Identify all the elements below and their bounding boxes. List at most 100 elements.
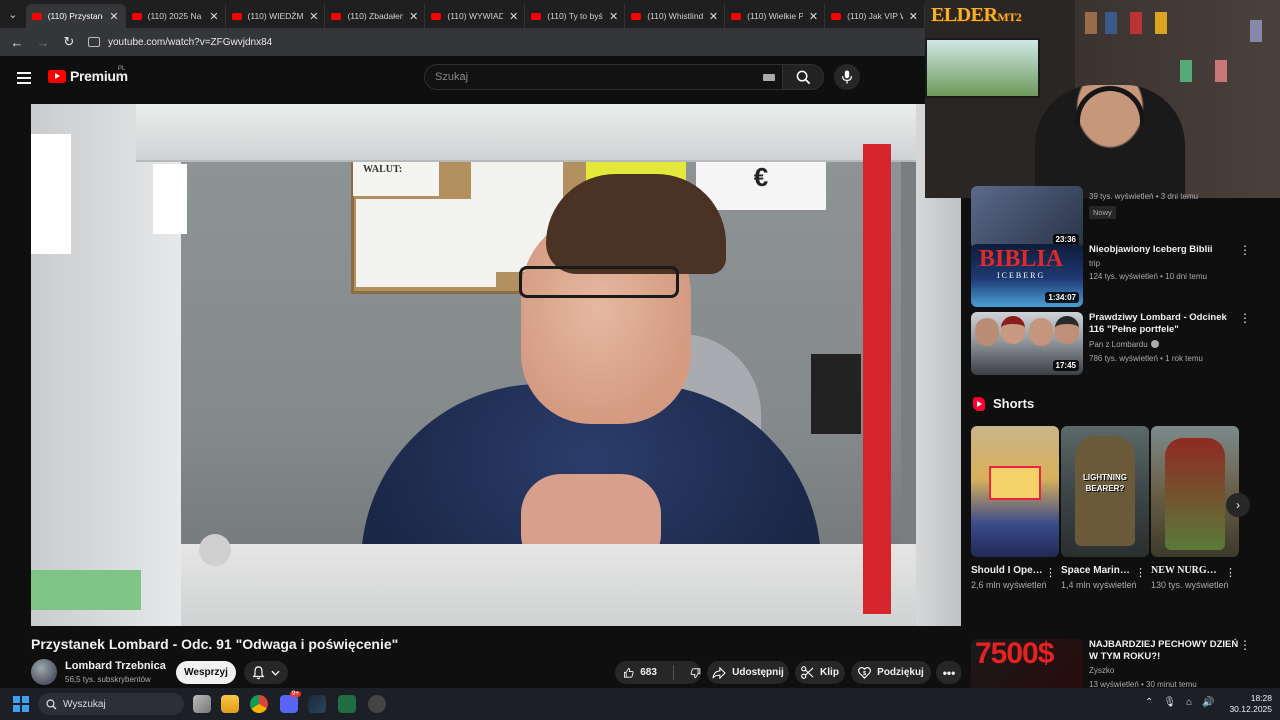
more-vertical-icon[interactable]: ⋮ xyxy=(1045,566,1056,579)
close-tab-icon[interactable]: ✕ xyxy=(809,10,818,23)
thumbs-down-icon[interactable] xyxy=(690,666,701,680)
volume-icon[interactable]: 🔊 xyxy=(1202,697,1214,708)
more-vertical-icon[interactable]: ⋮ xyxy=(1135,566,1146,579)
search-input[interactable] xyxy=(425,65,725,89)
keyboard-icon[interactable] xyxy=(763,74,775,81)
recommended-video[interactable]: 17:45 Prawdziwy Lombard - Odcinek 116 "P… xyxy=(971,312,1271,375)
thanks-button[interactable]: $ Podziękuj xyxy=(851,661,931,684)
like-count[interactable]: 683 xyxy=(640,667,657,678)
url-field[interactable]: youtube.com/watch?v=ZFGwvjdnx84 xyxy=(88,31,925,53)
browser-tab[interactable]: (110) WIEDŹMI ✕ xyxy=(226,4,326,28)
short-title[interactable]: Should I Open it? Or ... xyxy=(971,564,1043,577)
taskbar-clock[interactable]: 18:28 30.12.2025 xyxy=(1222,693,1272,715)
streamer-webcam-overlay: ELDERMT2 xyxy=(925,0,1280,198)
clip-button[interactable]: Klip xyxy=(795,661,845,684)
verified-check-icon xyxy=(1150,340,1159,348)
youtube-logo[interactable]: Premium xyxy=(48,68,128,84)
short-thumbnail[interactable] xyxy=(1151,426,1239,557)
notifications-button[interactable] xyxy=(244,661,288,684)
chrome-icon[interactable] xyxy=(250,695,268,713)
support-button[interactable]: Wesprzyj xyxy=(176,661,236,684)
browser-tab[interactable]: (110) Whistlind ✕ xyxy=(625,4,726,28)
browser-tab[interactable]: (110) Wielkie P ✕ xyxy=(725,4,826,28)
site-info-icon[interactable] xyxy=(88,37,100,47)
file-explorer-icon[interactable] xyxy=(221,695,239,713)
recommended-video[interactable]: BIBLIA ICEBERG 1:34:07 Nieobjawiony Iceb… xyxy=(971,244,1271,307)
microphone-tray-icon[interactable]: 🎙 xyxy=(1163,697,1176,708)
dollar-heart-icon: $ xyxy=(858,667,872,679)
glasses xyxy=(519,266,679,298)
close-tab-icon[interactable]: ✕ xyxy=(309,10,318,23)
channel-name[interactable]: Zyszko xyxy=(1089,666,1114,675)
close-tab-icon[interactable]: ✕ xyxy=(909,10,918,23)
windows-taskbar: Wyszukaj 9+ ⌃ 🎙 ⌂ 🔊 18:28 30.12.2025 xyxy=(0,688,1280,720)
discord-icon[interactable]: 9+ xyxy=(280,691,301,713)
more-vertical-icon[interactable]: ⋮ xyxy=(1239,312,1251,324)
back-arrow-icon[interactable]: ← xyxy=(6,31,28,53)
close-tab-icon[interactable]: ✕ xyxy=(609,10,618,23)
channel-name[interactable]: Pan z Lombardu xyxy=(1089,340,1159,349)
browser-tab[interactable]: (110) Ty to byś ✕ xyxy=(525,4,626,28)
scissors-icon xyxy=(801,666,814,679)
short-thumbnail[interactable]: LIGHTNING BEARER? xyxy=(1061,426,1149,557)
chevron-up-icon[interactable]: ⌃ xyxy=(1145,697,1153,708)
browser-tab[interactable]: (110) 2025 Na ✕ xyxy=(126,4,226,28)
short-title[interactable]: NEW NURGLE ... xyxy=(1151,564,1223,577)
network-icon[interactable]: ⌂ xyxy=(1186,697,1192,708)
task-view-icon[interactable] xyxy=(193,695,211,713)
video-thumbnail[interactable]: 17:45 xyxy=(971,312,1083,375)
close-tab-icon[interactable]: ✕ xyxy=(109,10,118,23)
menu-icon[interactable] xyxy=(17,72,31,87)
system-tray: ⌃ 🎙 ⌂ 🔊 xyxy=(1145,697,1215,708)
shorts-next-button[interactable]: › xyxy=(1226,493,1250,517)
shelf-item xyxy=(1155,12,1167,34)
video-title[interactable]: Prawdziwy Lombard - Odcinek 116 "Pełne p… xyxy=(1089,312,1239,336)
video-thumbnail[interactable]: BIBLIA ICEBERG 1:34:07 xyxy=(971,244,1083,307)
channel-avatar[interactable] xyxy=(31,659,57,685)
windows-start-icon[interactable] xyxy=(13,696,29,712)
channel-name[interactable]: trip xyxy=(1089,259,1100,268)
close-tab-icon[interactable]: ✕ xyxy=(409,10,418,23)
channel-name[interactable]: Lombard Trzebnica xyxy=(65,660,166,672)
short-views: 2,6 mln wyświetleń xyxy=(971,580,1047,590)
close-tab-icon[interactable]: ✕ xyxy=(209,10,218,23)
more-vertical-icon[interactable]: ⋮ xyxy=(1225,566,1236,579)
app-icon[interactable] xyxy=(368,695,386,713)
more-vertical-icon[interactable]: ⋮ xyxy=(1239,639,1251,651)
shorts-header: Shorts xyxy=(973,396,1034,411)
thumbnail-text: LIGHTNING BEARER? xyxy=(1083,473,1127,493)
close-tab-icon[interactable]: ✕ xyxy=(509,10,518,23)
short-thumbnail[interactable] xyxy=(971,426,1059,557)
reload-icon[interactable]: ↻ xyxy=(58,31,80,53)
share-button[interactable]: Udostępnij xyxy=(707,661,789,684)
close-tab-icon[interactable]: ✕ xyxy=(709,10,718,23)
duration-badge: 1:34:07 xyxy=(1045,292,1079,303)
tab-title: (110) WIEDŹMI xyxy=(247,11,304,21)
search-button[interactable] xyxy=(782,64,824,90)
short-card[interactable]: LIGHTNING BEARER? Space Marines ... 1,4 … xyxy=(1061,426,1149,592)
voice-search-button[interactable] xyxy=(834,64,860,90)
forward-arrow-icon[interactable]: → xyxy=(32,31,54,53)
video-thumbnail[interactable]: 23:36 xyxy=(971,186,1083,249)
browser-tab[interactable]: (110) Jak VIP W ✕ xyxy=(825,4,925,28)
taskbar-search[interactable]: Wyszukaj xyxy=(38,693,184,715)
video-scene-promo-card xyxy=(31,134,71,254)
more-vertical-icon[interactable]: ⋮ xyxy=(1239,244,1251,256)
tab-title: (110) Wielkie P xyxy=(747,11,803,21)
video-scene-promo-card xyxy=(153,164,187,234)
video-title[interactable]: NAJBARDZIEJ PECHOWY DZIEŃ W TYM ROKU?! xyxy=(1089,639,1239,663)
tab-search-chevron-icon[interactable]: ⌄ xyxy=(0,0,26,28)
region-label: PL xyxy=(118,66,126,72)
browser-tab[interactable]: (110) Zbadałem ✕ xyxy=(325,4,426,28)
video-player[interactable]: WALUT: KANTOR € xyxy=(31,104,961,626)
steam-icon[interactable] xyxy=(308,695,326,713)
excel-icon[interactable] xyxy=(338,695,356,713)
thumbs-up-icon[interactable] xyxy=(623,666,634,680)
short-title[interactable]: Space Marines ... xyxy=(1061,564,1133,577)
youtube-favicon-icon xyxy=(331,12,342,20)
browser-tab[interactable]: (110) WYWIAD ✕ xyxy=(425,4,526,28)
video-title[interactable]: Nieobjawiony Iceberg Biblii xyxy=(1089,244,1239,256)
short-card[interactable]: Should I Open it? Or ... 2,6 mln wyświet… xyxy=(971,426,1059,592)
more-actions-button[interactable]: ••• xyxy=(936,661,962,684)
browser-tab[interactable]: (110) Przystanek Lombard ✕ xyxy=(25,4,126,28)
